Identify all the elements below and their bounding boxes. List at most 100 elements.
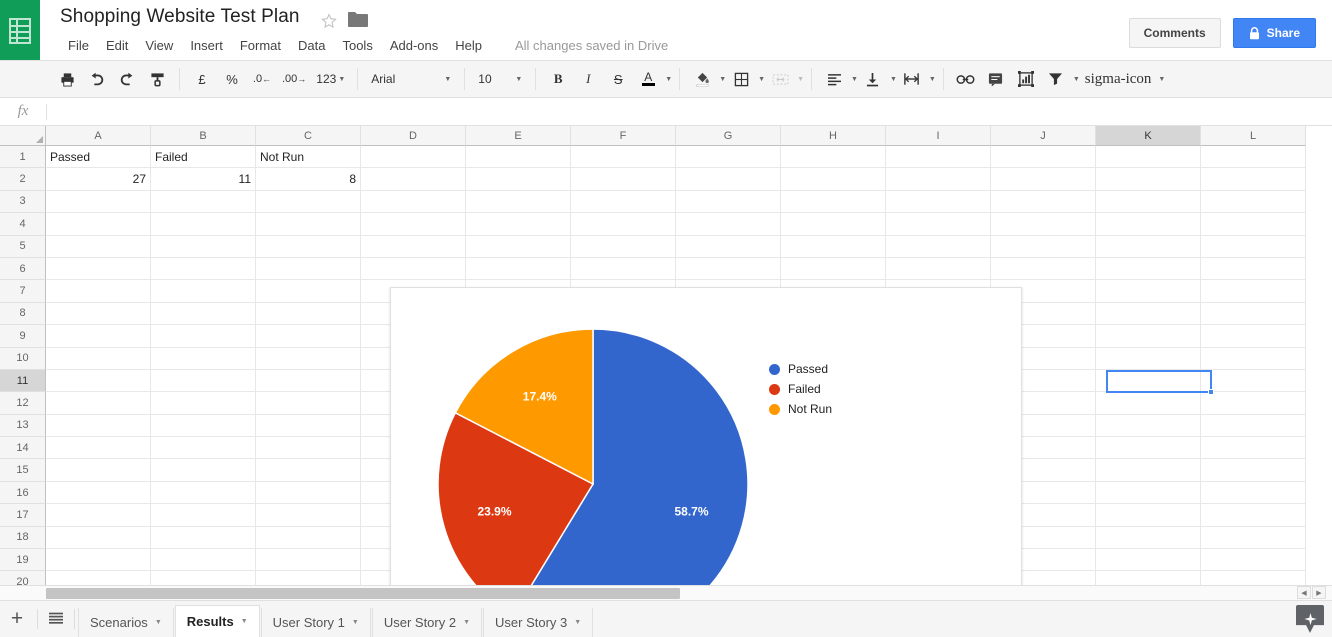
paint-format-icon[interactable]	[144, 66, 170, 92]
cell-D1[interactable]	[361, 146, 466, 169]
percent-button[interactable]: %	[219, 66, 245, 92]
cell-C4[interactable]	[256, 213, 361, 236]
row-header-6[interactable]: 6	[0, 257, 46, 281]
cell-A16[interactable]	[46, 481, 151, 505]
cell-I2[interactable]	[886, 168, 991, 191]
cell-B2[interactable]: 11	[151, 168, 256, 191]
document-title[interactable]: Shopping Website Test Plan	[60, 6, 300, 28]
scroll-right-arrow[interactable]: ▶	[1312, 586, 1326, 599]
chevron-down-icon[interactable]: ▼	[719, 76, 726, 83]
menu-item-view[interactable]: View	[137, 35, 181, 56]
bold-button[interactable]: B	[545, 66, 571, 92]
cell-K18[interactable]	[1096, 526, 1201, 550]
cell-L6[interactable]	[1201, 257, 1306, 281]
cell-J2[interactable]	[991, 168, 1096, 191]
cell-K15[interactable]	[1096, 459, 1201, 482]
cell-E4[interactable]	[466, 213, 571, 236]
cell-L4[interactable]	[1201, 213, 1306, 236]
cell-L13[interactable]	[1201, 414, 1306, 438]
cell-L2[interactable]	[1201, 168, 1306, 191]
cell-L1[interactable]	[1201, 146, 1306, 169]
menu-item-data[interactable]: Data	[290, 35, 333, 56]
cell-D6[interactable]	[361, 257, 466, 281]
cell-C2[interactable]: 8	[256, 168, 361, 191]
explore-icon[interactable]	[1296, 605, 1324, 633]
column-header-E[interactable]: E	[466, 126, 571, 146]
row-header-2[interactable]: 2	[0, 168, 46, 191]
column-header-H[interactable]: H	[781, 126, 886, 146]
column-header-J[interactable]: J	[991, 126, 1096, 146]
cell-A15[interactable]	[46, 459, 151, 482]
link-icon[interactable]	[953, 66, 979, 92]
sheet-tab-user-story-2[interactable]: User Story 2 ▼	[371, 607, 483, 637]
cell-C3[interactable]	[256, 190, 361, 214]
cell-L3[interactable]	[1201, 190, 1306, 214]
cell-C11[interactable]	[256, 369, 361, 393]
cell-A18[interactable]	[46, 526, 151, 550]
row-header-19[interactable]: 19	[0, 549, 46, 572]
cell-H2[interactable]	[781, 168, 886, 191]
cell-L11[interactable]	[1201, 369, 1306, 393]
cell-A9[interactable]	[46, 325, 151, 348]
cell-B12[interactable]	[151, 392, 256, 415]
sigma-icon[interactable]: sigma-icon	[1082, 66, 1155, 92]
folder-icon[interactable]	[348, 11, 368, 28]
cell-I1[interactable]	[886, 146, 991, 169]
chevron-down-icon[interactable]: ▼	[463, 619, 470, 626]
cell-C10[interactable]	[256, 347, 361, 370]
sheet-tab-user-story-1[interactable]: User Story 1 ▼	[260, 607, 371, 637]
cell-B8[interactable]	[151, 302, 256, 326]
chevron-down-icon[interactable]: ▼	[758, 76, 765, 83]
cell-F1[interactable]	[571, 146, 676, 169]
chevron-down-icon[interactable]: ▼	[352, 619, 359, 626]
cell-K5[interactable]	[1096, 235, 1201, 258]
cell-E1[interactable]	[466, 146, 571, 169]
cell-B1[interactable]: Failed	[151, 146, 256, 169]
cell-K9[interactable]	[1096, 325, 1201, 348]
cell-A11[interactable]	[46, 369, 151, 393]
cell-D5[interactable]	[361, 235, 466, 258]
cell-K6[interactable]	[1096, 257, 1201, 281]
cell-C18[interactable]	[256, 526, 361, 550]
cell-K3[interactable]	[1096, 190, 1201, 214]
cell-C9[interactable]	[256, 325, 361, 348]
cell-K13[interactable]	[1096, 414, 1201, 438]
cell-K16[interactable]	[1096, 481, 1201, 505]
cell-B5[interactable]	[151, 235, 256, 258]
comments-button[interactable]: Comments	[1128, 18, 1221, 48]
cell-L14[interactable]	[1201, 437, 1306, 460]
sheets-logo[interactable]	[0, 0, 40, 62]
cell-A2[interactable]: 27	[46, 168, 151, 191]
cell-G2[interactable]	[676, 168, 781, 191]
column-header-B[interactable]: B	[151, 126, 256, 146]
row-header-20[interactable]: 20	[0, 571, 46, 585]
pie-chart-object[interactable]: 58.7% 23.9% 17.4% Passed Failed Not Run	[390, 287, 1022, 585]
row-header-14[interactable]: 14	[0, 437, 46, 460]
cell-K7[interactable]	[1096, 280, 1201, 303]
cell-B16[interactable]	[151, 481, 256, 505]
chart-icon[interactable]	[1013, 66, 1039, 92]
column-header-I[interactable]: I	[886, 126, 991, 146]
cell-K1[interactable]	[1096, 146, 1201, 169]
print-icon[interactable]	[54, 66, 80, 92]
cell-J3[interactable]	[991, 190, 1096, 214]
cell-F3[interactable]	[571, 190, 676, 214]
align-left-icon[interactable]	[821, 66, 847, 92]
cell-K20[interactable]	[1096, 571, 1201, 585]
cell-I3[interactable]	[886, 190, 991, 214]
cell-C15[interactable]	[256, 459, 361, 482]
cell-L15[interactable]	[1201, 459, 1306, 482]
chevron-down-icon[interactable]: ▼	[1073, 76, 1080, 83]
cell-K12[interactable]	[1096, 392, 1201, 415]
cell-L18[interactable]	[1201, 526, 1306, 550]
cell-G1[interactable]	[676, 146, 781, 169]
scroll-left-arrow[interactable]: ◀	[1297, 586, 1311, 599]
text-wrap-icon[interactable]	[899, 66, 925, 92]
font-family-select[interactable]: Arial ▼	[365, 66, 457, 92]
row-header-7[interactable]: 7	[0, 280, 46, 303]
menu-item-tools[interactable]: Tools	[334, 35, 380, 56]
increase-decimal-button[interactable]: .00 →	[279, 66, 309, 92]
menu-item-edit[interactable]: Edit	[98, 35, 136, 56]
all-sheets-icon[interactable]	[41, 601, 71, 637]
legend-item-failed[interactable]: Failed	[769, 379, 832, 399]
